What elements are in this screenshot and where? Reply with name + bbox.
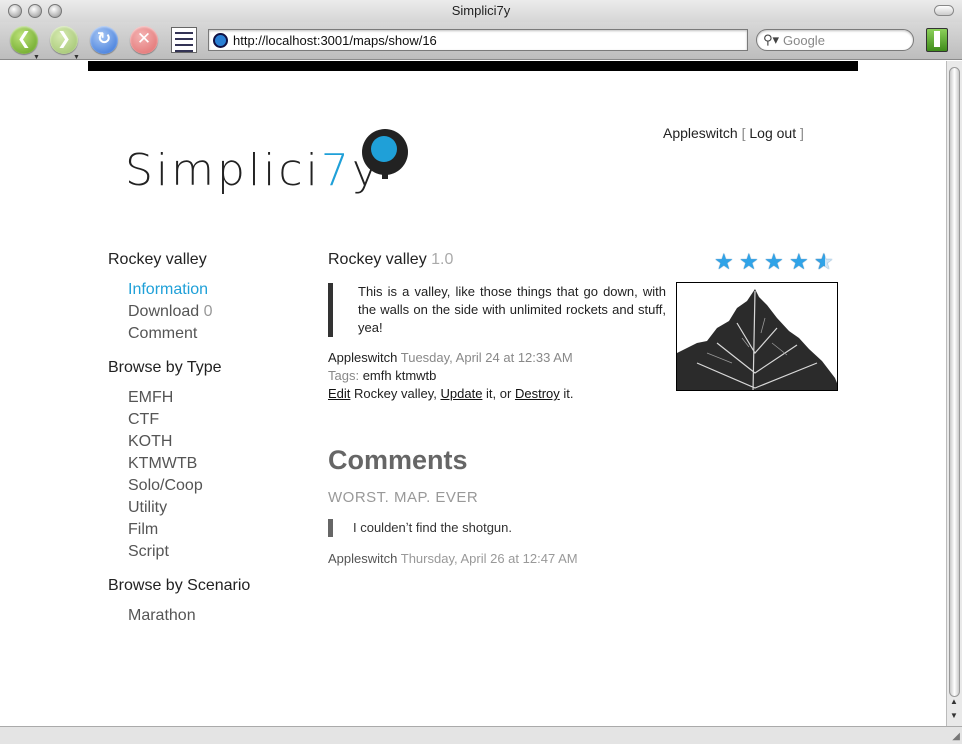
window-titlebar: Simplici7y [0,0,962,22]
sidebar-item-script[interactable]: Script [128,541,298,563]
comment-date: Thursday, April 26 at 12:47 AM [400,551,578,566]
toolbar-toggle-button[interactable] [934,5,954,16]
comment-title: WORST. MAP. EVER [328,489,479,506]
close-window-button[interactable] [8,4,22,18]
reload-button[interactable]: ↻ [90,26,118,54]
item-tags: Tags: emfh ktmwtb [328,368,437,383]
download-count: 0 [203,303,213,320]
comment-meta: Appleswitch Thursday, April 26 at 12:47 … [328,551,578,566]
vertical-scrollbar[interactable]: ▲ ▼ [946,61,962,726]
item-version: 1.0 [431,251,454,268]
reload-icon: ↻ [96,29,112,48]
sidebar-item-ktmwtb[interactable]: KTMWTB [128,453,298,475]
main-content: Rockey valley 1.0 ★ ★ ★ ★ ★ ★ This is a v… [328,249,840,566]
star-icon[interactable]: ★ [789,251,811,273]
forward-arrow-icon: ❯ [56,29,72,48]
destroy-link[interactable]: Destroy [515,386,560,401]
half-star-icon[interactable]: ★ ★ [814,251,836,273]
header-bar [88,61,858,71]
update-link[interactable]: Update [441,386,483,401]
resize-grip-icon[interactable]: ◢ [952,731,960,742]
page-content: Simplici7y Appleswitch [ Log out ] Rocke… [0,61,946,726]
sidebar-item-solo-coop[interactable]: Solo/Coop [128,475,298,497]
type-nav: EMFH CTF KOTH KTMWTB Solo/Coop Utility F… [128,387,298,563]
site-favicon-icon [213,33,228,48]
item-description: This is a valley, like those things that… [328,283,666,337]
browser-toolbar: ❮ ▼ ❯ ▼ ↻ ✕ http://localhost:3001/maps/s… [0,22,962,61]
logout-link[interactable]: Log out [749,125,796,141]
back-button[interactable]: ❮ [10,26,38,54]
browse-by-scenario-heading: Browse by Scenario [108,577,251,594]
logo-wordmark: Simplici7y [125,145,381,196]
forward-menu-icon[interactable]: ▼ [73,54,80,61]
comment-author-link[interactable]: Appleswitch [328,551,397,566]
sidebar-item-ctf[interactable]: CTF [128,409,298,431]
username-link[interactable]: Appleswitch [663,125,738,141]
edit-link[interactable]: Edit [328,386,350,401]
item-date: Tuesday, April 24 at 12:33 AM [400,350,573,365]
star-icon[interactable]: ★ [764,251,786,273]
author-link[interactable]: Appleswitch [328,350,397,365]
comment-body: I couldenʼt find the shotgun. [328,519,512,537]
sidebar-item-download[interactable]: Download 0 [128,301,298,323]
sidebar-item-information[interactable]: Information [128,279,298,301]
zoom-window-button[interactable] [48,4,62,18]
address-input[interactable]: http://localhost:3001/maps/show/16 [233,33,437,48]
star-icon[interactable]: ★ [739,251,761,273]
sidebar-item-marathon[interactable]: Marathon [128,605,298,627]
leaf-image [677,283,837,390]
sidebar-item-heading: Rockey valley [108,251,207,268]
scroll-down-icon[interactable]: ▼ [950,711,958,720]
window-title: Simplici7y [451,3,511,18]
map-thumbnail[interactable] [676,282,838,391]
browse-by-type-heading: Browse by Type [108,359,222,376]
star-icon[interactable]: ★ [714,251,736,273]
back-menu-icon[interactable]: ▼ [33,54,40,61]
document-icon [175,32,193,34]
scenario-nav: Marathon [128,605,298,627]
forward-button[interactable]: ❯ [50,26,78,54]
scroll-up-icon[interactable]: ▲ [950,697,958,706]
site-logo[interactable]: Simplici7y [125,123,415,198]
sidebar: Rockey valley Information Download 0 Com… [108,249,298,639]
comments-heading: Comments [328,445,468,475]
scrollbar-thumb[interactable] [949,67,960,697]
sidebar-item-comment[interactable]: Comment [128,323,298,345]
item-nav: Information Download 0 Comment [128,279,298,345]
sidebar-item-film[interactable]: Film [128,519,298,541]
rating-stars[interactable]: ★ ★ ★ ★ ★ ★ [714,251,840,273]
stop-button[interactable]: ✕ [130,26,158,54]
bookmark-icon[interactable] [926,28,948,52]
item-meta: Appleswitch Tuesday, April 24 at 12:33 A… [328,349,668,403]
search-input[interactable]: Google [783,33,825,48]
sidebar-item-koth[interactable]: KOTH [128,431,298,453]
logo-marker-icon [362,129,408,179]
horizontal-scrollbar[interactable]: ◢ [0,726,962,744]
tag-list[interactable]: emfh ktmwtb [363,368,437,383]
address-bar[interactable]: http://localhost:3001/maps/show/16 [208,29,748,51]
search-icon[interactable]: ⚲▾ [763,32,779,48]
sidebar-item-utility[interactable]: Utility [128,497,298,519]
stop-icon: ✕ [136,29,152,48]
item-byline: Appleswitch Tuesday, April 24 at 12:33 A… [328,349,668,367]
back-arrow-icon: ❮ [16,29,32,48]
item-actions: Edit Rockey valley, Update it, or Destro… [328,386,574,401]
search-field[interactable]: ⚲▾ Google [756,29,914,51]
user-menu: Appleswitch [ Log out ] [663,125,804,141]
minimize-window-button[interactable] [28,4,42,18]
page-source-button[interactable] [171,27,197,53]
sidebar-item-emfh[interactable]: EMFH [128,387,298,409]
